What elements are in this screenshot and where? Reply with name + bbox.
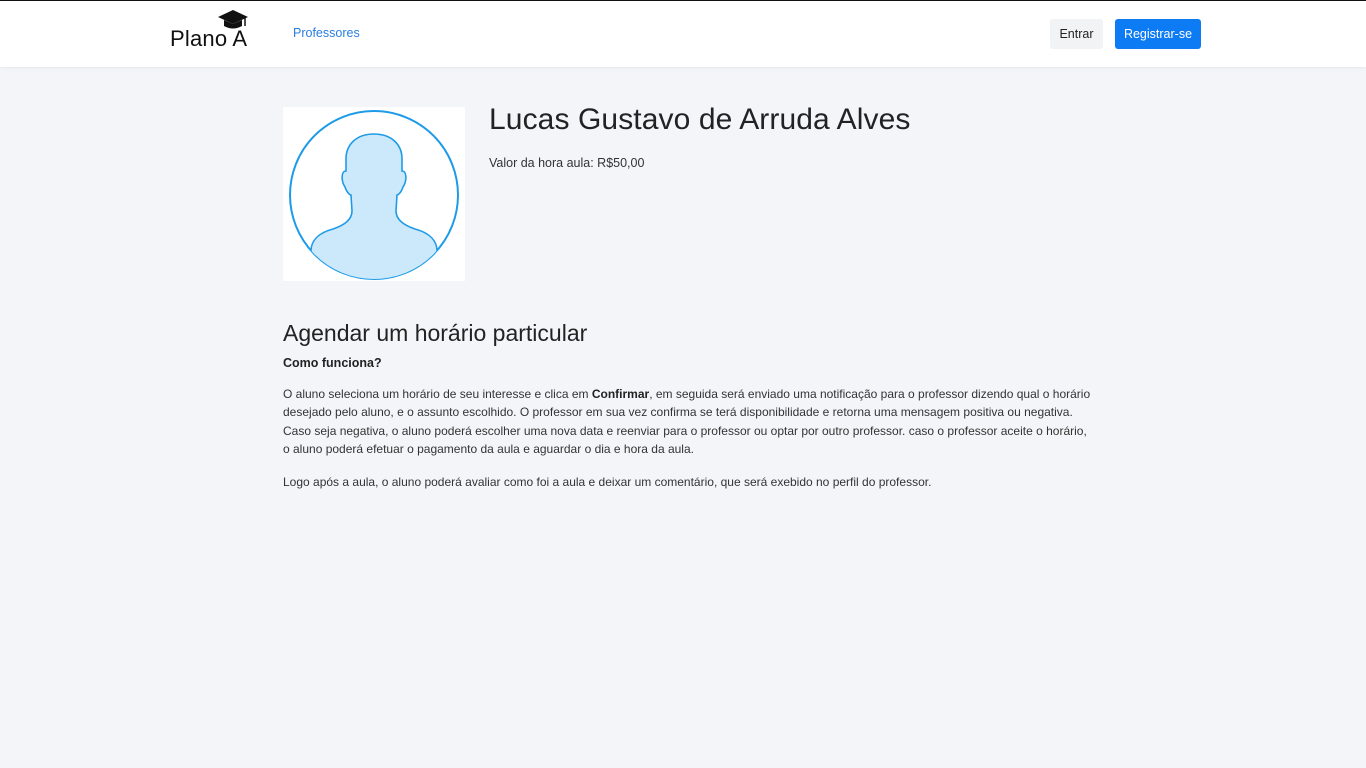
hourly-rate: Valor da hora aula: R$50,00: [489, 156, 645, 170]
teacher-name: Lucas Gustavo de Arruda Alves: [489, 103, 911, 136]
graduation-cap-icon: [218, 10, 248, 29]
register-button[interactable]: Registrar-se: [1115, 19, 1201, 49]
brand-logo[interactable]: Plano A: [170, 10, 248, 53]
login-button[interactable]: Entrar: [1050, 19, 1103, 49]
user-silhouette-icon: [289, 110, 459, 280]
confirm-keyword: Confirmar: [591, 387, 650, 401]
avatar: [283, 107, 465, 281]
nav-link-professores[interactable]: Professores: [293, 26, 360, 40]
how-it-works-heading: Como funciona?: [283, 356, 382, 370]
review-info-text: Logo após a aula, o aluno poderá avaliar…: [283, 475, 932, 490]
schedule-title: Agendar um horário particular: [283, 320, 588, 346]
navbar: Plano A Professores Entrar Registrar-se: [0, 1, 1366, 67]
how-it-works-text: O aluno seleciona um horário de seu inte…: [283, 385, 1093, 458]
text-part: O aluno seleciona um horário de seu inte…: [283, 387, 592, 401]
schedule-section: Agendar um horário particular Como funci…: [283, 320, 1093, 491]
